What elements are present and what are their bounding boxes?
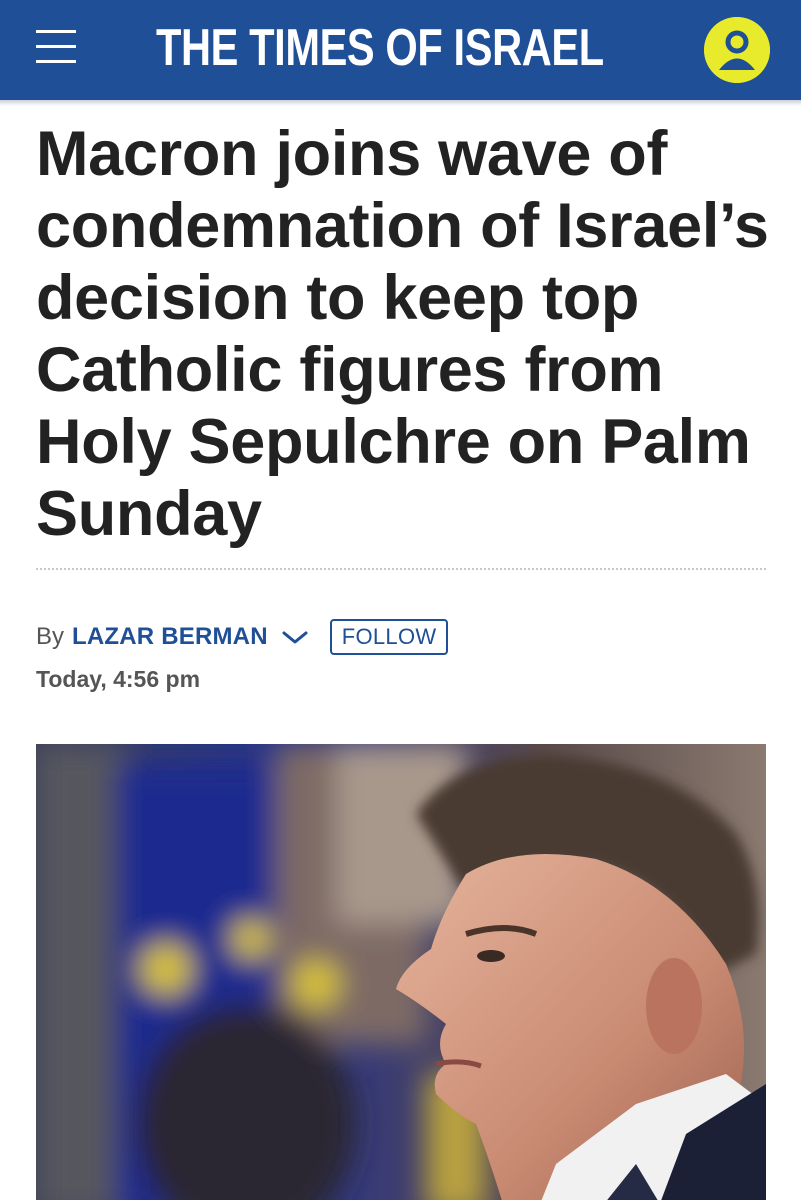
article-byline: By LAZAR BERMAN FOLLOW (36, 617, 449, 657)
author-link[interactable]: LAZAR BERMAN (72, 623, 268, 651)
article-page: THE TIMES OF ISRAEL Macron joins wave of… (0, 0, 801, 1200)
headline-divider (36, 568, 766, 570)
article-headline: Macron joins wave of condemnation of Isr… (36, 119, 769, 549)
follow-author-button[interactable]: FOLLOW (329, 619, 449, 655)
article-photo[interactable] (36, 744, 766, 1200)
byline-prefix: By (36, 623, 65, 650)
publish-timestamp: Today, 4:56 pm (36, 666, 201, 692)
chevron-down-icon[interactable] (280, 627, 310, 647)
header-shadow (0, 100, 801, 106)
site-header: THE TIMES OF ISRAEL (0, 0, 801, 100)
site-logo[interactable]: THE TIMES OF ISRAEL (156, 12, 604, 84)
hamburger-menu-icon[interactable] (28, 26, 78, 68)
user-account-icon[interactable] (704, 17, 770, 83)
